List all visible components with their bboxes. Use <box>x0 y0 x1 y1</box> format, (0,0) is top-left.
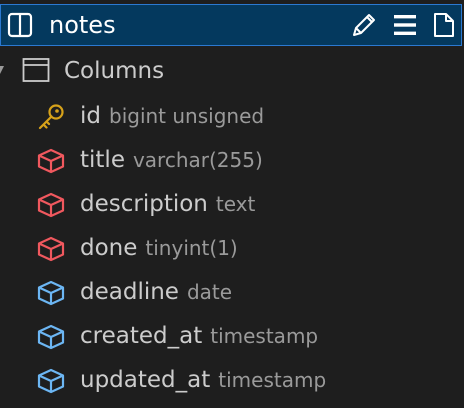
cube-icon <box>37 324 65 350</box>
column-name: id <box>80 103 101 129</box>
cube-icon <box>37 192 65 218</box>
column-name: description <box>80 191 208 217</box>
column-type: timestamp <box>218 368 327 392</box>
chevron-down-icon[interactable] <box>0 63 6 77</box>
column-type: tinyint(1) <box>145 236 238 260</box>
hamburger-menu-icon[interactable] <box>392 12 418 38</box>
column-name: created_at <box>80 323 203 349</box>
split-panel-icon <box>7 12 33 38</box>
cube-icon <box>37 236 65 262</box>
table-header-row[interactable]: notes <box>0 4 462 46</box>
column-row-id[interactable]: id bigint unsigned <box>36 99 456 133</box>
column-row-created-at[interactable]: created_at timestamp <box>36 319 456 353</box>
new-file-icon[interactable] <box>431 12 457 38</box>
column-name: done <box>80 235 138 261</box>
column-name: title <box>80 147 125 173</box>
column-type: timestamp <box>210 324 319 348</box>
columns-section-label: Columns <box>64 58 165 84</box>
pencil-icon[interactable] <box>351 12 377 38</box>
column-type: text <box>215 192 256 216</box>
column-type: date <box>186 280 233 304</box>
table-explorer-panel: notes Columns id bigint unsigned title v… <box>0 0 464 408</box>
column-row-description[interactable]: description text <box>36 187 456 221</box>
key-icon <box>38 104 64 130</box>
table-name: notes <box>49 11 116 39</box>
column-row-done[interactable]: done tinyint(1) <box>36 231 456 265</box>
column-type: bigint unsigned <box>109 104 265 128</box>
cube-icon <box>37 148 65 174</box>
cube-icon <box>37 368 65 394</box>
column-name: deadline <box>80 279 179 305</box>
column-name: updated_at <box>80 367 211 393</box>
columns-section-header[interactable]: Columns <box>22 55 442 89</box>
cube-icon <box>37 280 65 306</box>
column-row-title[interactable]: title varchar(255) <box>36 143 456 177</box>
column-type: varchar(255) <box>132 148 263 172</box>
column-row-updated-at[interactable]: updated_at timestamp <box>36 363 456 397</box>
columns-section-icon <box>22 58 50 82</box>
column-row-deadline[interactable]: deadline date <box>36 275 456 309</box>
